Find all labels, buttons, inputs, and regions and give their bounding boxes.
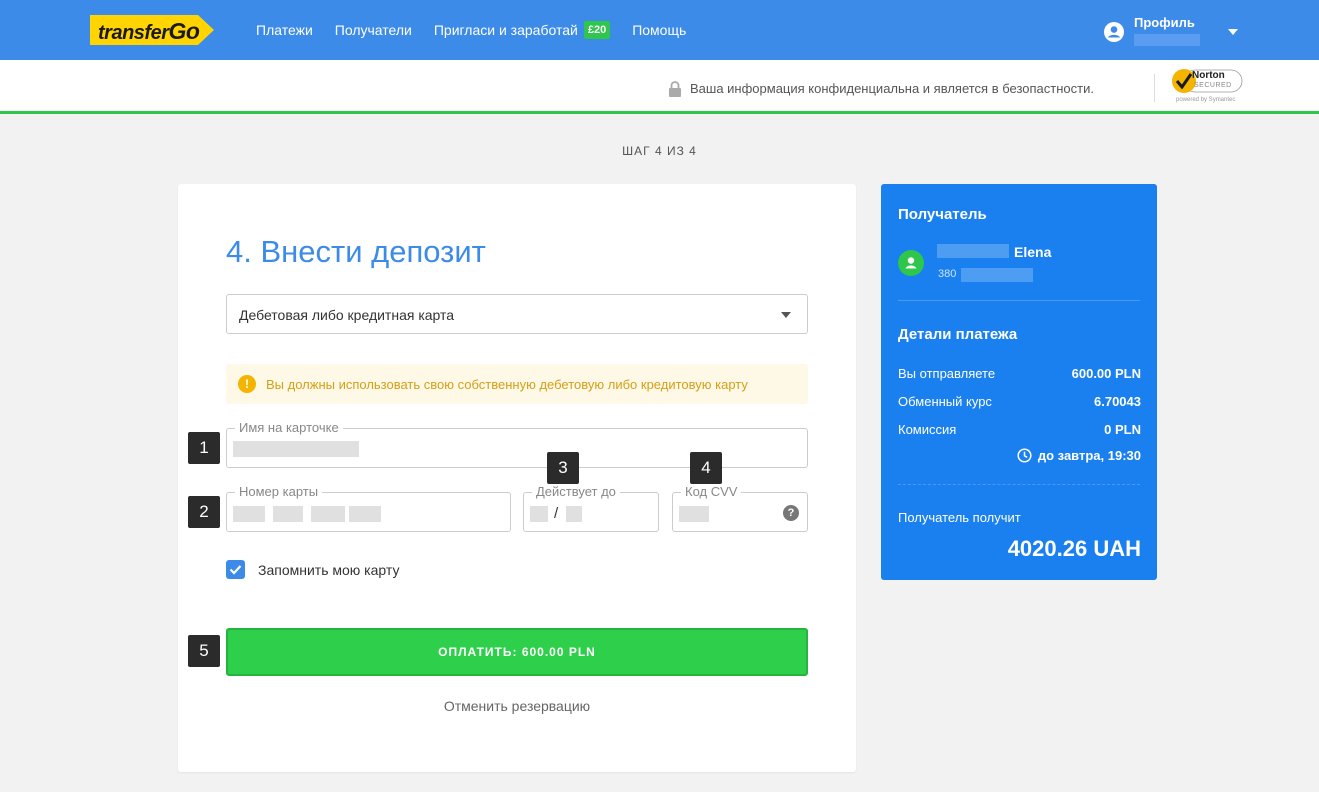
recipient-surname-redacted xyxy=(937,244,1009,258)
recipient-receives-amount: 4020.26 UAH xyxy=(1007,536,1141,561)
card-number-redacted-1 xyxy=(233,506,265,522)
profile-label: Профиль xyxy=(1134,15,1195,30)
recipient-name: Elena xyxy=(1014,244,1052,260)
card-name-label: Имя на карточке xyxy=(235,420,343,435)
deposit-card: 4. Внести депозит Дебетовая либо кредитн… xyxy=(178,184,856,772)
user-circle-icon xyxy=(1104,22,1124,42)
nav-help[interactable]: Помощь xyxy=(632,22,686,38)
norton-name: Norton xyxy=(1192,70,1225,81)
warning-icon: ! xyxy=(238,375,256,393)
top-navbar: transferGo Платежи Получатели Пригласи и… xyxy=(0,0,1319,60)
payment-summary-panel: Получатель Elena 380 Детали платежа Вы о… xyxy=(881,184,1157,580)
chevron-down-icon xyxy=(781,312,791,318)
norton-powered-by: powered by Symantec xyxy=(1176,97,1236,103)
security-divider xyxy=(1154,74,1155,102)
security-bar: Ваша информация конфиденциальна и являет… xyxy=(0,60,1319,114)
norton-secured: SECURED xyxy=(1194,82,1232,89)
logo-text-go: Go xyxy=(168,18,200,44)
security-message: Ваша информация конфиденциальна и являет… xyxy=(690,81,1094,96)
summary-divider xyxy=(898,300,1140,301)
nav-invite-label: Пригласи и заработай xyxy=(433,22,578,38)
expiry-label: Действует до xyxy=(532,484,620,499)
page-title: 4. Внести депозит xyxy=(226,234,486,269)
send-amount-label: Вы отправляете xyxy=(898,366,996,381)
cvv-label: Код CVV xyxy=(681,484,742,499)
annotation-marker-4: 4 xyxy=(690,452,722,484)
summary-divider-dashed xyxy=(898,484,1140,485)
cancel-reservation-link[interactable]: Отменить резервацию xyxy=(226,698,808,714)
checkmark-icon xyxy=(229,565,242,575)
exchange-rate-label: Обменный курс xyxy=(898,394,992,409)
warning-text: Вы должны использовать свою собственную … xyxy=(266,377,748,392)
remember-card-checkbox[interactable] xyxy=(226,560,245,579)
remember-card-label[interactable]: Запомнить мою карту xyxy=(258,562,399,578)
profile-menu[interactable]: Профиль xyxy=(1104,12,1264,52)
payment-details-heading: Детали платежа xyxy=(898,326,1018,343)
expiry-separator: / xyxy=(554,505,559,522)
cvv-redacted xyxy=(679,506,709,522)
card-number-redacted-4 xyxy=(349,506,381,522)
nav-payments[interactable]: Платежи xyxy=(256,22,313,38)
recipient-receives-label: Получатель получит xyxy=(898,510,1021,525)
expiry-year-redacted xyxy=(566,506,582,522)
fee-label: Комиссия xyxy=(898,422,957,437)
card-number-redacted-3 xyxy=(311,506,345,522)
recipient-heading: Получатель xyxy=(898,206,987,223)
send-amount-value: 600.00 PLN xyxy=(1071,366,1141,381)
recipient-phone-prefix: 380 xyxy=(938,268,957,280)
step-indicator: ШАГ 4 ИЗ 4 xyxy=(622,144,697,158)
invite-bonus-badge: £20 xyxy=(583,21,611,39)
annotation-marker-3: 3 xyxy=(547,452,579,484)
card-number-label: Номер карты xyxy=(235,484,323,499)
fee-value: 0 PLN xyxy=(1104,422,1141,437)
payment-method-value: Дебетовая либо кредитная карта xyxy=(239,307,455,323)
annotation-marker-2: 2 xyxy=(188,496,220,528)
delivery-time-text: до завтра, 19:30 xyxy=(1037,448,1141,463)
norton-badge: Norton SECURED powered by Symantec xyxy=(1170,68,1244,108)
annotation-marker-1: 1 xyxy=(188,432,220,464)
help-icon[interactable]: ? xyxy=(783,505,799,521)
profile-name-redacted xyxy=(1134,34,1200,46)
own-card-warning: ! Вы должны использовать свою собственну… xyxy=(226,364,808,404)
recipient-phone-redacted xyxy=(961,268,1033,282)
expiry-field[interactable]: Действует до / xyxy=(523,484,659,532)
pay-button[interactable]: ОПЛАТИТЬ: 600.00 PLN xyxy=(226,628,808,676)
lock-icon xyxy=(669,81,681,97)
nav-recipients[interactable]: Получатели xyxy=(335,22,412,38)
payment-method-select[interactable]: Дебетовая либо кредитная карта xyxy=(226,294,808,334)
annotation-marker-5: 5 xyxy=(188,635,220,667)
recipient-avatar xyxy=(898,250,924,276)
card-number-redacted-2 xyxy=(273,506,303,522)
delivery-time: до завтра, 19:30 xyxy=(1017,448,1141,463)
expiry-month-redacted xyxy=(530,506,548,522)
card-number-field[interactable]: Номер карты xyxy=(226,484,511,532)
transfergo-logo[interactable]: transferGo xyxy=(90,15,214,45)
exchange-rate-value: 6.70043 xyxy=(1094,394,1141,409)
card-name-redacted xyxy=(233,441,359,457)
clock-icon xyxy=(1017,448,1032,463)
nav-invite[interactable]: Пригласи и заработай £20 xyxy=(433,21,611,39)
chevron-down-icon xyxy=(1228,29,1238,35)
main-nav: Платежи Получатели Пригласи и заработай … xyxy=(256,0,686,60)
logo-text-transfer: transfer xyxy=(98,22,169,44)
user-icon xyxy=(905,257,917,269)
cvv-field[interactable]: Код CVV ? xyxy=(672,484,808,532)
